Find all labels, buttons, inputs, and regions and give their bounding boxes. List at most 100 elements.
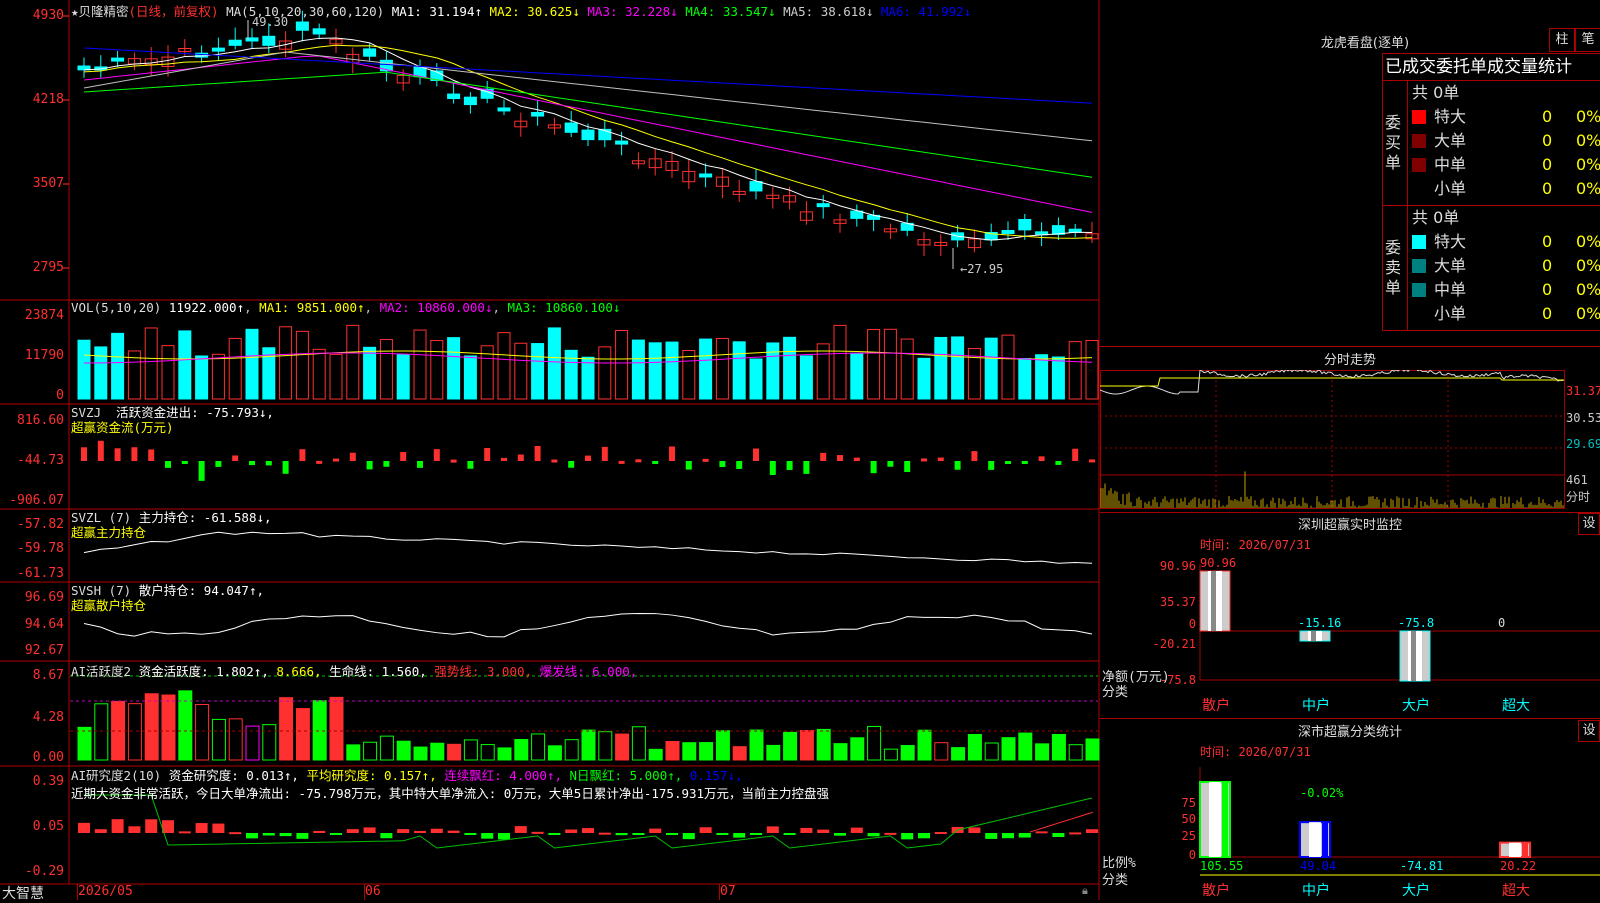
ai2-bar (1069, 832, 1082, 835)
volume-bar (329, 353, 343, 400)
kline-candles (77, 10, 1099, 257)
svzj-bar (937, 457, 944, 461)
dragon-row-percent: 0% (1576, 179, 1600, 198)
stats-y-label: 25 (1182, 829, 1196, 843)
vol-value: 11922.000↑ (168, 300, 245, 315)
svzj-bar (400, 452, 407, 461)
svsh-y-1: 96.69 (24, 590, 64, 605)
volume-bar (648, 342, 662, 400)
ai2-y-3: -0.29 (24, 864, 64, 879)
vol-y-3: 0 (56, 388, 64, 403)
dragon-row-percent: 0% (1576, 304, 1600, 323)
ai2-bar (800, 827, 813, 833)
x-axis: 大智慧 2026/05 06 07 🔒︎ (0, 884, 1099, 902)
ai2-bar (817, 829, 830, 833)
intraday-y-3: 29.69 (1566, 437, 1600, 451)
ai2-bar (1086, 829, 1098, 833)
ai1-c: 生命线: 1.560, (329, 664, 427, 679)
svzl-y-1: -57.82 (17, 517, 64, 532)
ai2-bar (178, 831, 191, 834)
ai2-bar (397, 829, 410, 833)
dragon-row: 小单 0 0% (1408, 302, 1600, 326)
volume-bar (346, 324, 360, 400)
svzj-bar (232, 455, 239, 461)
bar-mode-button[interactable]: 柱 (1549, 28, 1575, 52)
monitor-settings-button[interactable]: 设 (1578, 513, 1600, 535)
dragon-row: 大单 0 0% (1408, 129, 1600, 153)
ma4-value: MA4: 33.547↓ (685, 4, 776, 19)
volume-bar (749, 358, 763, 400)
svsh-header: SVSH (7) 散户持仓: 94.047↑, 超赢散户持仓 (71, 583, 264, 613)
ai2-bar (514, 826, 527, 833)
volume-bar (799, 355, 813, 400)
stats-chart[interactable]: 75 50 25 0 105.55 散户 49.04 中户 -74.81 大户 20.22 超大 -0.… (1100, 757, 1600, 900)
ai2-bar (582, 828, 594, 833)
monitor-cat-label: 分类 (1102, 685, 1128, 700)
candle-body (312, 28, 326, 35)
low-label: ←27.95 (960, 262, 1003, 276)
y-ticks (63, 15, 69, 269)
ai2-bar (363, 827, 376, 833)
tick-mode-button[interactable]: 笔 (1575, 28, 1600, 52)
ai2-bar (212, 823, 225, 833)
stats-bar-value: -74.81 (1400, 859, 1443, 873)
ai1-a: 资金活跃度: 1.802↑, (138, 664, 269, 679)
brand-label: 大智慧 (2, 886, 44, 902)
dragon-rows: 共 0单 特大 0 0% 大单 0 0% 中单 0 0% 小单 0 0% (1407, 206, 1600, 330)
stock-title[interactable]: ★贝隆精密 (71, 4, 129, 19)
volume-bar (564, 349, 578, 400)
volume-bar (917, 357, 931, 400)
svzj-sub: 活跃资金进出: -75.793↓, (116, 405, 274, 420)
ai1-y-2: 4.28 (32, 710, 64, 725)
monitor-category: 中户 (1302, 697, 1330, 714)
dragon-count: 共 0单 (1412, 208, 1460, 227)
volume-bar (413, 329, 427, 400)
main-chart-svg[interactable]: 49.30 ←27.95 (0, 0, 1100, 900)
ai2-bar (78, 822, 90, 833)
candle-body (615, 140, 629, 145)
period-label[interactable]: (日线，前复权) (129, 4, 219, 19)
svzj-bar (971, 451, 978, 461)
volume-bar (867, 329, 881, 400)
ai1-bar (699, 742, 714, 761)
ma-label: MA(5,10,20,30,60,120) (226, 4, 385, 19)
ai1-bar (917, 729, 932, 761)
stats-category: 大户 (1402, 882, 1430, 899)
dragon-row-percent: 0% (1576, 107, 1600, 126)
volume-bar (379, 339, 393, 400)
stats-settings-button[interactable]: 设 (1578, 720, 1600, 742)
ai2-a: 资金研究度: 0.013↑, (168, 768, 299, 783)
ai2-bar (682, 833, 695, 840)
svzj-bar (652, 461, 659, 464)
svzj-bar (501, 457, 507, 461)
ma5-value: MA5: 38.618↓ (783, 4, 874, 19)
ai2-bar (716, 833, 729, 835)
svzj-bar (433, 449, 440, 461)
dragon-side-title: 委买单 (1385, 113, 1402, 172)
svzj-label: SVZJ (71, 405, 102, 420)
volume-bar (77, 339, 91, 400)
ai2-c: 连续飘红: 4.000↑, (444, 768, 562, 783)
volume-bar (1051, 356, 1065, 400)
candle-body (211, 47, 225, 52)
intraday-y-1: 31.37 (1566, 384, 1600, 398)
monitor-chart[interactable]: 90.9635.370-20.21-75.890.96散户-15.16中户-75… (1100, 550, 1600, 720)
ai2-bar (834, 833, 846, 836)
svzj-bar (198, 461, 205, 481)
intraday-chart[interactable]: 31.37 30.53 29.69 461 分时 (1100, 370, 1600, 510)
ai1-header: AI活跃度2 资金活跃度: 1.802↑, 8.666, 生命线: 1.560,… (71, 661, 637, 680)
ai2-bar (918, 833, 930, 839)
svzj-bar (517, 454, 524, 461)
legend-swatch (1412, 134, 1426, 148)
monitor-category: 散户 (1202, 697, 1230, 714)
ai2-bar (1035, 831, 1048, 834)
dragon-title: 龙虎看盘(逐单) (1320, 36, 1410, 51)
ai2-bar (985, 833, 998, 839)
ai2-bar (666, 833, 678, 836)
kline-header: ★贝隆精密(日线，前复权) MA(5,10,20,30,60,120) MA1:… (71, 1, 971, 20)
svzj-bar (1038, 456, 1045, 461)
svzj-bar (786, 461, 793, 470)
candle-body (447, 93, 461, 100)
lock-icon[interactable]: 🔒︎ (1082, 884, 1088, 898)
stats-y-label: 0 (1189, 848, 1196, 862)
